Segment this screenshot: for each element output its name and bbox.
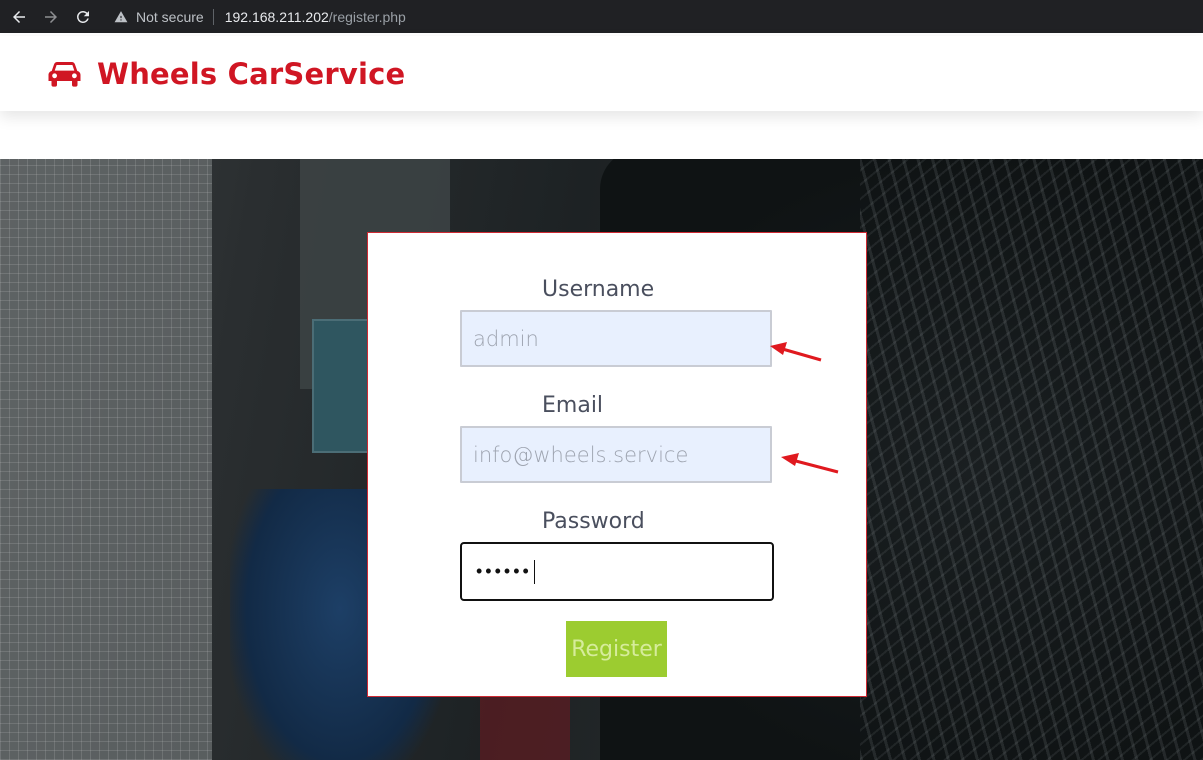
security-label: Not secure bbox=[136, 8, 204, 25]
password-label: Password bbox=[542, 509, 645, 534]
register-button[interactable]: Register bbox=[566, 621, 667, 677]
car-icon bbox=[48, 61, 81, 87]
background-curtain bbox=[0, 159, 212, 760]
back-arrow-icon bbox=[13, 10, 25, 23]
reload-icon bbox=[76, 10, 89, 23]
url-separator bbox=[212, 8, 214, 25]
site-header: Wheels CarService bbox=[0, 36, 1203, 111]
username-label: Username bbox=[542, 277, 655, 302]
reload-button[interactable] bbox=[70, 4, 96, 30]
address-bar[interactable]: 192.168.211.202/register.php bbox=[225, 9, 406, 25]
username-input[interactable]: admin bbox=[460, 310, 772, 367]
brand-name: Wheels CarService bbox=[97, 56, 406, 91]
brand-logo[interactable]: Wheels CarService bbox=[48, 57, 405, 91]
annotation-arrow-username bbox=[770, 342, 822, 362]
forward-button[interactable] bbox=[38, 4, 64, 30]
password-input[interactable]: •••••• bbox=[460, 542, 774, 601]
text-caret bbox=[533, 559, 535, 584]
warning-triangle-icon bbox=[114, 10, 128, 22]
email-input[interactable]: info@wheels.service bbox=[460, 426, 772, 483]
forward-arrow-icon bbox=[45, 10, 57, 23]
security-indicator[interactable]: Not secure bbox=[114, 9, 204, 25]
annotation-arrow-email bbox=[781, 453, 839, 474]
url-host: 192.168.211.202 bbox=[224, 8, 329, 25]
password-masked-value: •••••• bbox=[476, 561, 532, 581]
background-foam bbox=[860, 159, 1203, 760]
email-label: Email bbox=[542, 393, 604, 418]
header-spacer bbox=[0, 111, 1203, 159]
url-path: /register.php bbox=[328, 8, 406, 25]
back-button[interactable] bbox=[6, 4, 32, 30]
browser-toolbar: Not secure 192.168.211.202/register.php bbox=[0, 0, 1203, 33]
